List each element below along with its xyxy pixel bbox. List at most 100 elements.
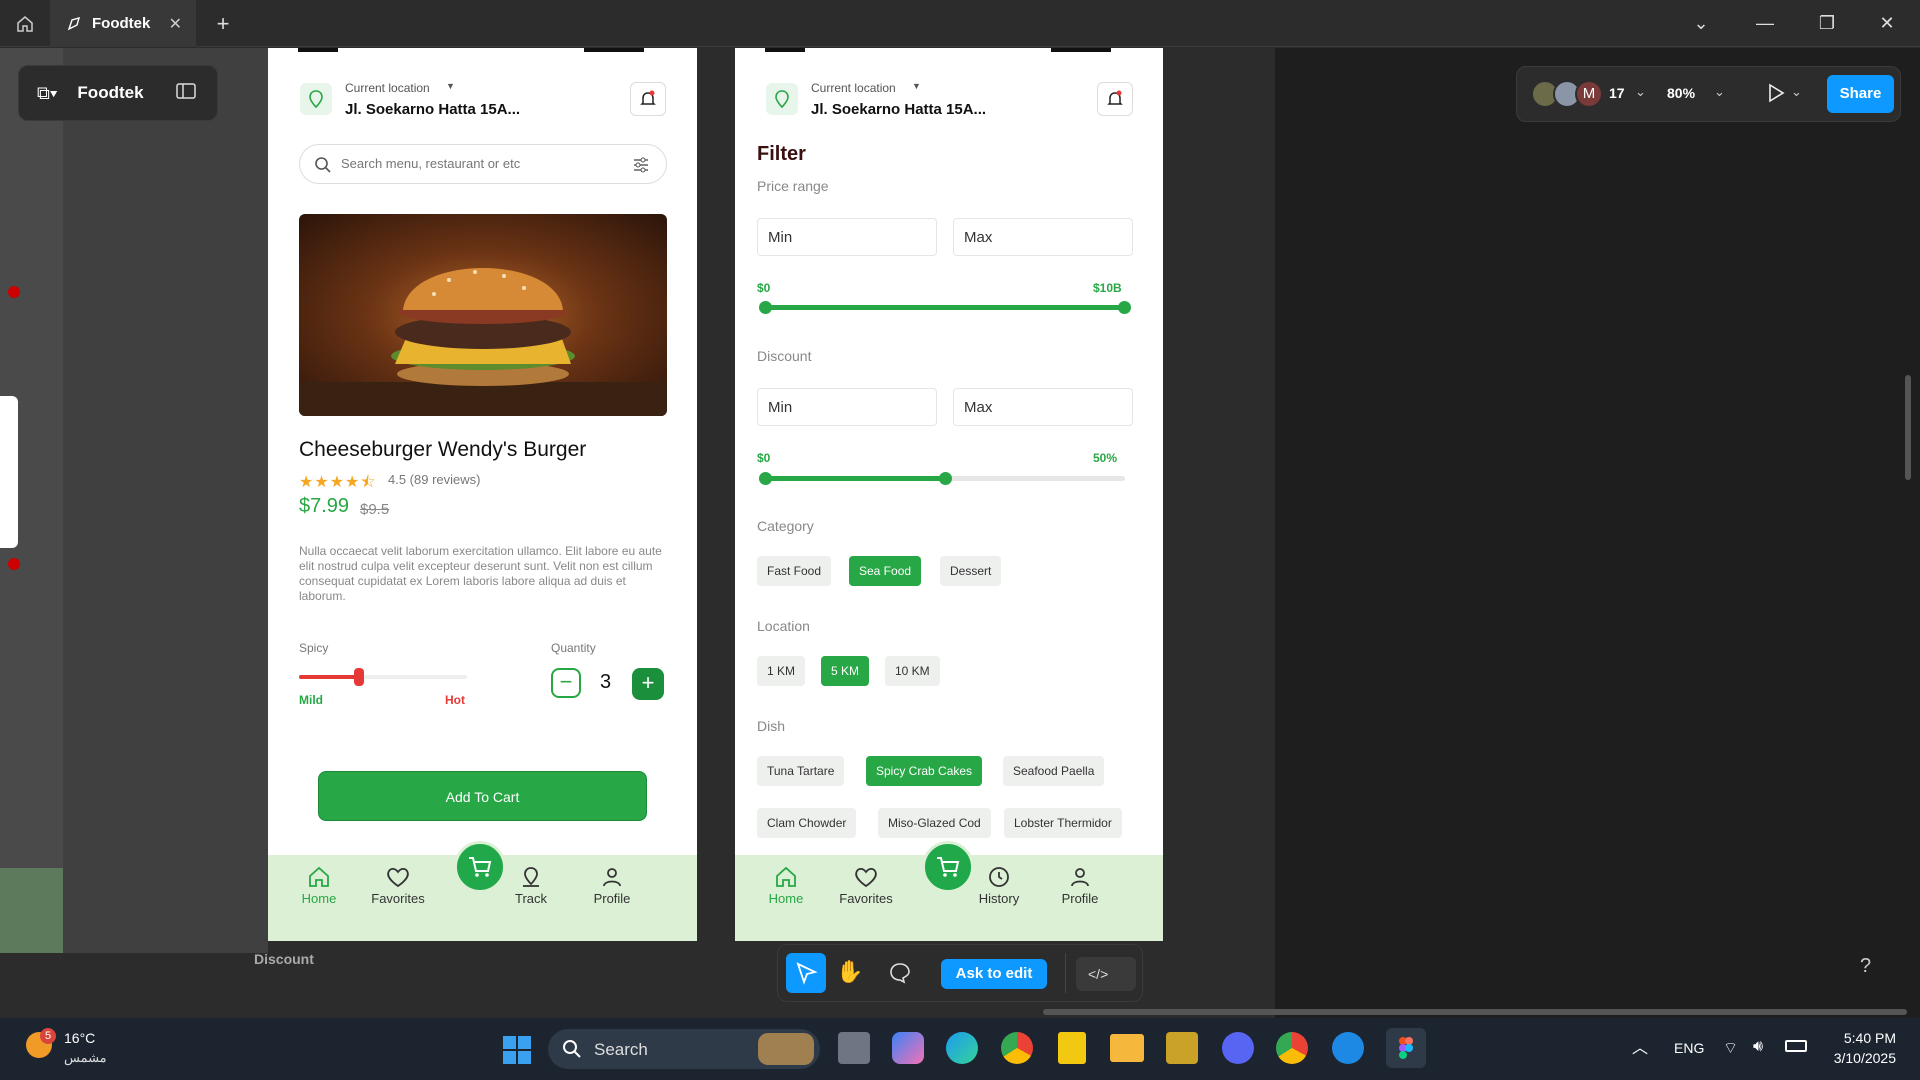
chip-seafood-paella[interactable]: Seafood Paella: [1003, 756, 1105, 786]
spicy-slider-handle[interactable]: [354, 668, 365, 686]
nav-home[interactable]: Home: [751, 865, 821, 906]
minimize-icon[interactable]: —: [1750, 0, 1780, 47]
chip-1km[interactable]: 1 KM: [757, 656, 806, 686]
battery-icon[interactable]: [1785, 1040, 1807, 1052]
nav-favorites[interactable]: Favorites: [363, 865, 433, 906]
language-indicator[interactable]: ENG: [1674, 1040, 1704, 1056]
snipping-tool-icon[interactable]: [1166, 1032, 1198, 1064]
bottom-toolbar: ✋ Ask to edit </>: [777, 944, 1143, 1002]
volume-icon[interactable]: 🔊︎: [1753, 1038, 1763, 1056]
taskbar-search[interactable]: Search: [548, 1029, 820, 1069]
chrome-icon[interactable]: [1001, 1032, 1033, 1064]
chevron-down-icon[interactable]: ⌄: [1635, 84, 1646, 100]
chevron-down-icon[interactable]: ⌄: [1688, 0, 1714, 47]
chevron-down-icon[interactable]: ⌄: [1714, 84, 1725, 100]
clock-date[interactable]: 3/10/2025: [1820, 1050, 1896, 1066]
ask-to-edit-button[interactable]: Ask to edit: [941, 959, 1047, 989]
chip-miso-glazed-cod[interactable]: Miso-Glazed Cod: [878, 808, 991, 838]
status-bar-icons: [1051, 48, 1111, 52]
file-explorer-icon[interactable]: [1110, 1034, 1144, 1062]
chip-spicy-crab-cakes[interactable]: Spicy Crab Cakes: [866, 756, 983, 786]
red-dot: [8, 286, 20, 298]
chip-5km[interactable]: 5 KM: [821, 656, 870, 686]
discount-min-field[interactable]: Min: [757, 388, 937, 426]
price-range-slider[interactable]: [759, 301, 1131, 314]
weather-desc[interactable]: مشمس: [64, 1050, 107, 1066]
price-max-handle[interactable]: [1118, 301, 1131, 314]
nav-history[interactable]: History: [964, 865, 1034, 906]
nav-track[interactable]: Track: [496, 865, 566, 906]
chip-clam-chowder[interactable]: Clam Chowder: [757, 808, 857, 838]
increase-quantity-button[interactable]: +: [632, 668, 664, 700]
chip-fast-food[interactable]: Fast Food: [757, 556, 832, 586]
dev-mode-code-icon[interactable]: </>: [1076, 957, 1136, 991]
discount-slider[interactable]: [759, 472, 1125, 485]
discord-icon[interactable]: [1222, 1032, 1254, 1064]
canvas-layer-label[interactable]: Discount: [254, 951, 314, 967]
current-location-label[interactable]: Current location: [811, 81, 896, 95]
comment-tool-icon[interactable]: [888, 961, 912, 990]
search-bar[interactable]: Search menu, restaurant or etc: [299, 144, 667, 184]
status-bar-time: [765, 48, 805, 52]
collaborator-count[interactable]: 17: [1609, 85, 1625, 101]
copilot-icon[interactable]: [892, 1032, 924, 1064]
zoom-level[interactable]: 80%: [1667, 85, 1695, 101]
share-button[interactable]: Share: [1827, 75, 1894, 113]
window-close-icon[interactable]: ✕: [1872, 0, 1902, 47]
home-icon[interactable]: [10, 0, 40, 47]
chevron-down-icon[interactable]: ⌄: [1791, 84, 1802, 100]
price-max-field[interactable]: Max: [953, 218, 1133, 256]
notification-bell-icon[interactable]: [630, 82, 666, 116]
frame-fragment: [0, 396, 18, 548]
avatar[interactable]: M: [1575, 80, 1603, 108]
app-store-icon[interactable]: [1332, 1032, 1364, 1064]
discount-max-field[interactable]: Max: [953, 388, 1133, 426]
wifi-icon[interactable]: ⌔: [1723, 1038, 1738, 1058]
discount-min-handle[interactable]: [759, 472, 772, 485]
nav-profile[interactable]: Profile: [1045, 865, 1115, 906]
windows-start-icon[interactable]: [502, 1035, 532, 1070]
figma-menu-icon[interactable]: ⧉▾: [37, 83, 57, 104]
edge-browser-icon[interactable]: [946, 1032, 978, 1064]
nav-home[interactable]: Home: [284, 865, 354, 906]
clock-time[interactable]: 5:40 PM: [1820, 1030, 1896, 1046]
power-bi-icon[interactable]: [1058, 1032, 1086, 1064]
nav-favorites[interactable]: Favorites: [831, 865, 901, 906]
figma-taskbar-icon[interactable]: [1386, 1028, 1426, 1068]
sidebar-toggle-icon[interactable]: [175, 82, 196, 104]
discount-max-handle[interactable]: [939, 472, 952, 485]
notification-bell-icon[interactable]: [1097, 82, 1133, 116]
close-icon[interactable]: ✕: [169, 14, 182, 34]
help-button[interactable]: ?: [1860, 955, 1871, 978]
move-tool-icon[interactable]: [786, 953, 826, 993]
spicy-slider[interactable]: [299, 668, 467, 686]
task-view-icon[interactable]: [838, 1032, 870, 1064]
chrome-profile-icon[interactable]: [1276, 1032, 1308, 1064]
weather-temp[interactable]: 16°C: [64, 1030, 95, 1046]
chip-10km[interactable]: 10 KM: [885, 656, 940, 686]
chip-lobster-thermidor[interactable]: Lobster Thermidor: [1004, 808, 1122, 838]
price-min-field[interactable]: Min: [757, 218, 937, 256]
decrease-quantity-button[interactable]: −: [551, 668, 581, 698]
vertical-scrollbar[interactable]: [1905, 375, 1911, 480]
current-address[interactable]: Jl. Soekarno Hatta 15A...: [811, 101, 986, 118]
current-address[interactable]: Jl. Soekarno Hatta 15A...: [345, 101, 520, 118]
chevron-up-icon[interactable]: ︿: [1632, 1034, 1648, 1058]
hand-tool-icon[interactable]: ✋: [836, 959, 863, 985]
caret-down-icon[interactable]: ▼: [912, 81, 921, 91]
chip-tuna-tartare[interactable]: Tuna Tartare: [757, 756, 845, 786]
file-name[interactable]: Foodtek: [77, 83, 143, 103]
tab-foodtek[interactable]: Foodtek ✕: [50, 0, 196, 47]
caret-down-icon[interactable]: ▼: [446, 81, 455, 91]
play-icon[interactable]: [1767, 83, 1785, 108]
chip-sea-food[interactable]: Sea Food: [849, 556, 922, 586]
horizontal-scrollbar[interactable]: [1043, 1009, 1907, 1015]
restore-icon[interactable]: ❐: [1812, 0, 1842, 47]
chip-dessert[interactable]: Dessert: [940, 556, 1002, 586]
nav-profile[interactable]: Profile: [577, 865, 647, 906]
price-min-handle[interactable]: [759, 301, 772, 314]
search-input[interactable]: Search menu, restaurant or etc: [341, 156, 520, 171]
add-to-cart-button[interactable]: Add To Cart: [318, 771, 647, 821]
plus-icon[interactable]: +: [210, 0, 236, 47]
current-location-label[interactable]: Current location: [345, 81, 430, 95]
